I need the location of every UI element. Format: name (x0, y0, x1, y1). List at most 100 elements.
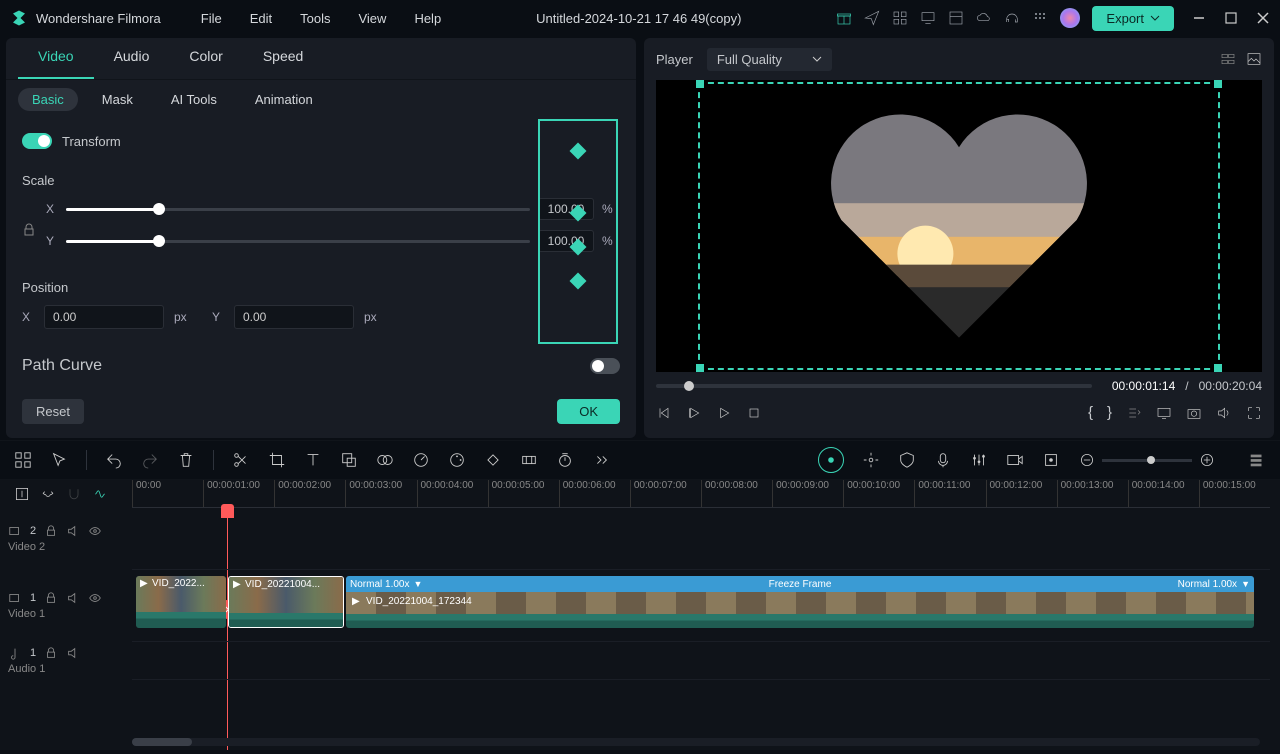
menu-file[interactable]: File (201, 11, 222, 26)
effects-icon[interactable] (376, 451, 394, 469)
marker-list-icon[interactable] (1126, 405, 1142, 421)
eye-icon[interactable] (88, 524, 102, 538)
pos-y-input[interactable]: 0.00 (234, 305, 354, 329)
split-icon[interactable] (232, 451, 250, 469)
more-tools-icon[interactable] (592, 451, 610, 469)
track-link-icon[interactable] (40, 486, 56, 502)
subtab-basic[interactable]: Basic (18, 88, 78, 111)
path-curve-toggle[interactable] (590, 358, 620, 374)
keyframe-position-icon[interactable] (570, 273, 587, 290)
scale-x-slider[interactable] (66, 208, 530, 211)
window-maximize-icon[interactable] (1224, 11, 1238, 25)
next-frame-icon[interactable] (716, 405, 732, 421)
playback-slider[interactable] (656, 384, 1092, 388)
delete-icon[interactable] (177, 451, 195, 469)
zoom-out-icon[interactable] (1078, 451, 1096, 469)
record-icon[interactable] (1006, 451, 1024, 469)
shield-icon[interactable] (898, 451, 916, 469)
subtab-animation[interactable]: Animation (241, 88, 327, 111)
lock-icon[interactable] (44, 591, 58, 605)
keyframe-tool-icon[interactable] (484, 451, 502, 469)
tab-audio[interactable]: Audio (94, 38, 170, 79)
mute-icon[interactable] (66, 591, 80, 605)
mute-icon[interactable] (66, 524, 80, 538)
menu-view[interactable]: View (358, 11, 386, 26)
zoom-in-icon[interactable] (1198, 451, 1216, 469)
tab-speed[interactable]: Speed (243, 38, 323, 79)
window-minimize-icon[interactable] (1192, 11, 1206, 25)
redo-icon[interactable] (141, 451, 159, 469)
headphones-icon[interactable] (1004, 10, 1020, 26)
crop-icon[interactable] (268, 451, 286, 469)
scale-y-slider[interactable] (66, 240, 530, 243)
prev-frame-icon[interactable] (656, 405, 672, 421)
marker-icon[interactable] (1042, 451, 1060, 469)
play-icon[interactable] (686, 405, 702, 421)
grid-view-icon[interactable] (1220, 51, 1236, 67)
mixer-icon[interactable] (970, 451, 988, 469)
menu-tools[interactable]: Tools (300, 11, 330, 26)
keyframe-scale-x-icon[interactable] (570, 205, 587, 222)
track-magnet-icon[interactable] (66, 486, 82, 502)
undo-icon[interactable] (105, 451, 123, 469)
volume-icon[interactable] (1216, 405, 1232, 421)
track-add-icon[interactable] (14, 486, 30, 502)
track-video-1[interactable]: 1 Video 1 ▶ VID_2022... ▶ VID_20221004..… (132, 570, 1270, 642)
group-icon[interactable] (520, 451, 538, 469)
snapshot-icon[interactable] (1186, 405, 1202, 421)
timeline-scrollbar[interactable] (132, 738, 1260, 746)
track-video-2[interactable]: 2 Video 2 (132, 508, 1270, 570)
layout-tool-icon[interactable] (14, 451, 32, 469)
speed-icon[interactable] (412, 451, 430, 469)
tab-color[interactable]: Color (169, 38, 242, 79)
send-icon[interactable] (864, 10, 880, 26)
zoom-slider[interactable] (1102, 459, 1192, 462)
transform-toggle[interactable] (22, 133, 52, 149)
export-button[interactable]: Export (1092, 6, 1174, 31)
clip-2-selected[interactable]: ▶ VID_20221004... (228, 576, 344, 628)
preview-viewport[interactable] (656, 80, 1262, 372)
menu-help[interactable]: Help (414, 11, 441, 26)
quality-dropdown[interactable]: Full Quality (707, 48, 832, 71)
brace-open-icon[interactable]: { (1088, 404, 1093, 421)
sparkle-icon[interactable] (862, 451, 880, 469)
image-icon[interactable] (1246, 51, 1262, 67)
timer-icon[interactable] (556, 451, 574, 469)
mute-icon[interactable] (66, 646, 80, 660)
stop-icon[interactable] (746, 405, 762, 421)
apps-icon[interactable] (1032, 10, 1048, 26)
mic-icon[interactable] (934, 451, 952, 469)
track-snap-icon[interactable] (92, 486, 108, 502)
fullscreen-icon[interactable] (1246, 405, 1262, 421)
subtab-ai-tools[interactable]: AI Tools (157, 88, 231, 111)
color-icon[interactable] (448, 451, 466, 469)
keyframe-transform-icon[interactable] (570, 143, 587, 160)
layout-icon[interactable] (948, 10, 964, 26)
reset-button[interactable]: Reset (22, 399, 84, 424)
cloud-icon[interactable] (976, 10, 992, 26)
ungroup-icon[interactable] (340, 451, 358, 469)
ok-button[interactable]: OK (557, 399, 620, 424)
grid-icon[interactable] (892, 10, 908, 26)
brace-close-icon[interactable]: } (1107, 404, 1112, 421)
track-audio-1[interactable]: 1 Audio 1 (132, 642, 1270, 680)
gift-icon[interactable] (836, 10, 852, 26)
timeline-ruler[interactable]: 00:0000:00:01:0000:00:02:0000:00:03:0000… (132, 480, 1270, 508)
lock-icon[interactable] (44, 646, 58, 660)
cursor-tool-icon[interactable] (50, 451, 68, 469)
pos-x-input[interactable]: 0.00 (44, 305, 164, 329)
ai-button-icon[interactable] (818, 447, 844, 473)
lock-icon[interactable] (22, 223, 36, 237)
display-icon[interactable] (1156, 405, 1172, 421)
menu-edit[interactable]: Edit (250, 11, 272, 26)
avatar-icon[interactable] (1060, 8, 1080, 28)
clip-1[interactable]: ▶ VID_2022... (136, 576, 226, 628)
subtab-mask[interactable]: Mask (88, 88, 147, 111)
monitor-icon[interactable] (920, 10, 936, 26)
clip-3-freeze[interactable]: Normal 1.00x ▼ Freeze Frame Normal 1.00x… (346, 576, 1254, 628)
lock-icon[interactable] (44, 524, 58, 538)
eye-icon[interactable] (88, 591, 102, 605)
text-icon[interactable] (304, 451, 322, 469)
window-close-icon[interactable] (1256, 11, 1270, 25)
track-options-icon[interactable] (1248, 451, 1266, 469)
